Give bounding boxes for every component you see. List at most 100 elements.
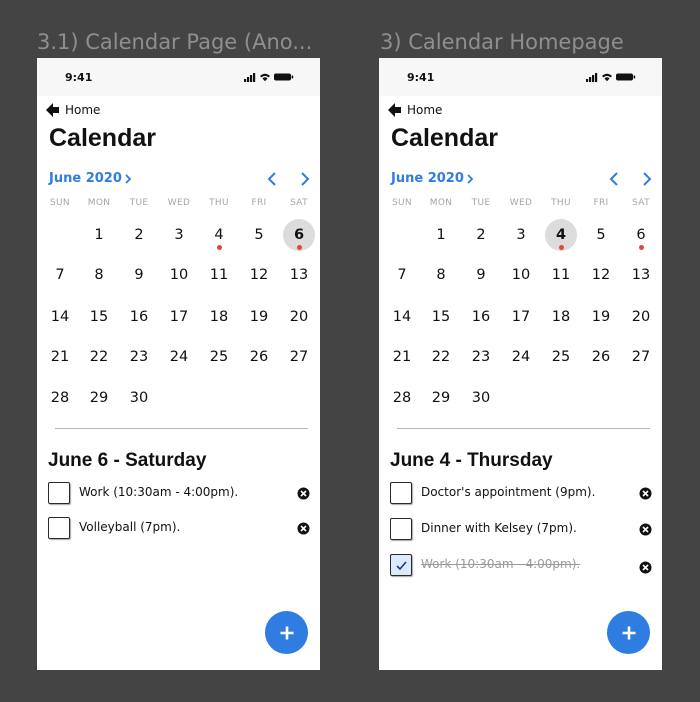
calendar-day[interactable]: 23 [465,341,497,373]
calendar-day[interactable]: 21 [44,341,76,373]
calendar-day[interactable]: 11 [203,259,235,291]
prev-month-chevron-left-icon[interactable] [608,172,620,186]
calendar-day[interactable]: 25 [545,341,577,373]
calendar-day[interactable]: 12 [243,259,275,291]
page-title: Calendar [391,124,498,152]
delete-task-close-circle-icon[interactable] [297,522,310,535]
calendar-day[interactable]: 10 [505,259,537,291]
delete-task-close-circle-icon[interactable] [639,523,652,536]
calendar-day[interactable]: 20 [283,301,315,333]
calendar-day[interactable]: 17 [505,301,537,333]
calendar-day[interactable]: 26 [243,341,275,373]
calendar-day[interactable]: 30 [465,382,497,414]
status-icons [586,73,636,82]
calendar-day[interactable]: 14 [44,301,76,333]
weekday-label: SAT [290,198,308,208]
calendar-day[interactable]: 10 [163,259,195,291]
calendar-day[interactable]: 14 [386,301,418,333]
back-link-home[interactable]: Home [407,103,442,117]
weekday-label: MON [87,198,111,208]
status-bar: 9:41 [37,58,320,96]
weekday-label: WED [167,198,191,208]
weekday-label: TUE [471,198,491,208]
calendar-day[interactable]: 13 [283,259,315,291]
calendar-day[interactable]: 2 [123,219,155,251]
weekday-label: THU [551,198,571,208]
frame-label: 3) Calendar Homepage [380,30,624,54]
calendar-day[interactable]: 15 [83,301,115,333]
weekday-label: THU [209,198,229,208]
calendar-day[interactable]: 18 [545,301,577,333]
calendar-day[interactable]: 29 [425,382,457,414]
task-item: Dinner with Kelsey (7pm). [390,518,652,542]
calendar-day[interactable]: 15 [425,301,457,333]
calendar-day[interactable]: 29 [83,382,115,414]
calendar-day[interactable]: 16 [123,301,155,333]
calendar-day[interactable]: 12 [585,259,617,291]
weekday-label: SUN [392,198,412,208]
page-title: Calendar [49,124,156,152]
calendar-day[interactable]: 24 [505,341,537,373]
chevron-right-icon [125,173,132,184]
wifi-icon [260,73,270,82]
calendar-day[interactable]: 22 [83,341,115,373]
calendar-day[interactable]: 26 [585,341,617,373]
calendar-day[interactable]: 25 [203,341,235,373]
calendar-day[interactable]: 7 [386,259,418,291]
calendar-day[interactable]: 21 [386,341,418,373]
calendar-day[interactable]: 27 [625,341,657,373]
signal-icon [244,73,256,82]
next-month-chevron-right-icon[interactable] [641,172,653,186]
calendar-day[interactable]: 1 [425,219,457,251]
calendar-day[interactable]: 17 [163,301,195,333]
calendar-day[interactable]: 5 [243,219,275,251]
back-arrow-icon[interactable] [387,102,403,118]
task-checkbox[interactable] [390,482,412,504]
delete-task-close-circle-icon[interactable] [297,487,310,500]
calendar-day[interactable]: 5 [585,219,617,251]
calendar-day[interactable]: 16 [465,301,497,333]
calendar-day[interactable]: 1 [83,219,115,251]
calendar-day[interactable]: 28 [386,382,418,414]
calendar-day[interactable]: 3 [163,219,195,251]
task-checkbox-checked[interactable] [390,554,412,576]
month-selector[interactable]: June 2020 [49,171,133,186]
battery-icon [274,73,294,81]
calendar-day[interactable]: 24 [163,341,195,373]
calendar-day[interactable]: 13 [625,259,657,291]
calendar-day[interactable]: 3 [505,219,537,251]
back-link-home[interactable]: Home [65,103,100,117]
calendar-day[interactable]: 9 [123,259,155,291]
add-task-button[interactable] [265,611,308,654]
calendar-day[interactable]: 7 [44,259,76,291]
prev-month-chevron-left-icon[interactable] [266,172,278,186]
calendar-day[interactable]: 2 [465,219,497,251]
calendar-day[interactable]: 8 [83,259,115,291]
next-month-chevron-right-icon[interactable] [299,172,311,186]
weekday-label: MON [429,198,453,208]
task-checkbox[interactable] [48,517,70,539]
back-arrow-icon[interactable] [45,102,61,118]
calendar-day[interactable]: 20 [625,301,657,333]
calendar-day[interactable]: 8 [425,259,457,291]
calendar-day[interactable]: 27 [283,341,315,373]
calendar-day[interactable]: 9 [465,259,497,291]
calendar-day[interactable]: 19 [243,301,275,333]
delete-task-close-circle-icon[interactable] [639,561,652,574]
task-checkbox[interactable] [48,482,70,504]
task-label: Dinner with Kelsey (7pm). [421,521,577,535]
month-selector[interactable]: June 2020 [391,171,475,186]
delete-task-close-circle-icon[interactable] [639,487,652,500]
selected-day-heading: June 4 - Thursday [390,450,553,471]
task-checkbox[interactable] [390,518,412,540]
calendar-day[interactable]: 30 [123,382,155,414]
calendar-day[interactable]: 11 [545,259,577,291]
frame-label: 3.1) Calendar Page (Ano... [37,30,313,54]
task-item-completed: Work (10:30am - 4:00pm). [390,554,652,578]
calendar-day[interactable]: 18 [203,301,235,333]
calendar-day[interactable]: 19 [585,301,617,333]
calendar-day[interactable]: 22 [425,341,457,373]
add-task-button[interactable] [607,611,650,654]
calendar-day[interactable]: 28 [44,382,76,414]
calendar-day[interactable]: 23 [123,341,155,373]
